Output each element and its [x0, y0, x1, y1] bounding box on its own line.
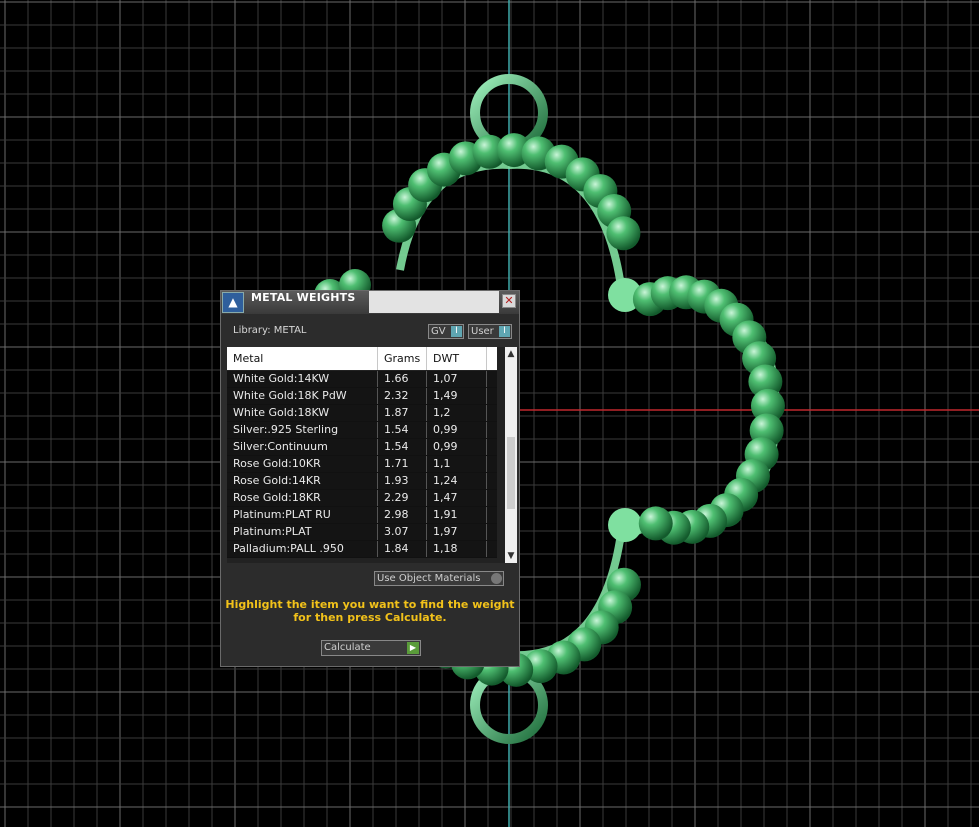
grams-cell: 1.87 [378, 405, 427, 421]
toggle-indicator-icon [491, 573, 502, 584]
grams-cell: 2.98 [378, 507, 427, 523]
scrollbar-thumb[interactable] [507, 437, 515, 509]
table-row[interactable]: Rose Gold:14KR 1.93 1,24 [227, 473, 497, 490]
instruction-line-1: Highlight the item you want to find the … [225, 598, 515, 611]
metal-table: Metal Grams DWT White Gold:14KW 1.66 1,07 … [227, 347, 517, 563]
grams-cell: 1.84 [378, 541, 427, 557]
user-toggle-label: User [471, 326, 494, 337]
instruction-text: Highlight the item you want to find the … [221, 598, 519, 624]
grams-cell: 1.54 [378, 422, 427, 438]
scroll-up-icon[interactable]: ▲ [505, 348, 517, 360]
table-body: White Gold:14KW 1.66 1,07 White Gold:18K P… [227, 371, 497, 558]
close-icon[interactable]: ✕ [502, 294, 516, 308]
column-header-grams[interactable]: Grams [378, 347, 427, 370]
title-bar-fill [369, 291, 499, 313]
grams-cell: 1.93 [378, 473, 427, 489]
user-toggle[interactable]: User I [468, 324, 512, 339]
table-header: Metal Grams DWT [227, 347, 497, 370]
column-header-metal[interactable]: Metal [227, 347, 378, 370]
grams-cell: 1.54 [378, 439, 427, 455]
table-row[interactable]: Rose Gold:18KR 2.29 1,47 [227, 490, 497, 507]
app-logo-icon: ▲ [222, 292, 244, 313]
dwt-cell: 0,99 [427, 439, 487, 455]
metal-cell: Palladium:PALL .950 [227, 541, 378, 557]
table-row[interactable]: Silver:.925 Sterling 1.54 0,99 [227, 422, 497, 439]
table-row[interactable]: Platinum:PLAT 3.07 1,97 [227, 524, 497, 541]
dwt-cell: 1,07 [427, 371, 487, 387]
toggle-indicator-icon: I [451, 326, 462, 337]
dwt-cell: 1,24 [427, 473, 487, 489]
table-row[interactable]: Platinum:PLAT RU 2.98 1,91 [227, 507, 497, 524]
metal-cell: Rose Gold:14KR [227, 473, 378, 489]
title-bar[interactable]: ▲ METAL WEIGHTS ✕ [221, 291, 519, 314]
dwt-cell: 1,18 [427, 541, 487, 557]
grams-cell: 1.71 [378, 456, 427, 472]
metal-cell: Rose Gold:10KR [227, 456, 378, 472]
dwt-cell: 1,2 [427, 405, 487, 421]
table-row[interactable]: White Gold:18KW 1.87 1,2 [227, 405, 497, 422]
grams-cell: 1.66 [378, 371, 427, 387]
table-row[interactable]: Palladium:PALL .950 1.84 1,18 [227, 541, 497, 558]
metal-cell: Platinum:PLAT [227, 524, 378, 540]
table-scrollbar[interactable]: ▲ ▼ [505, 347, 517, 563]
metal-cell: Platinum:PLAT RU [227, 507, 378, 523]
gv-toggle-label: GV [431, 326, 446, 337]
dialog-title: METAL WEIGHTS [251, 291, 356, 304]
use-object-materials-label: Use Object Materials [377, 573, 481, 584]
instruction-line-2: for then press Calculate. [293, 611, 447, 624]
metal-cell: White Gold:14KW [227, 371, 378, 387]
metal-weights-dialog: ▲ METAL WEIGHTS ✕ Library: METAL GV I Us… [220, 290, 520, 667]
column-header-dwt[interactable]: DWT [427, 347, 487, 370]
toggle-indicator-icon: I [499, 326, 510, 337]
dwt-cell: 1,47 [427, 490, 487, 506]
dwt-cell: 1,49 [427, 388, 487, 404]
metal-cell: Silver:Continuum [227, 439, 378, 455]
grams-cell: 3.07 [378, 524, 427, 540]
bead [606, 216, 641, 251]
use-object-materials-toggle[interactable]: Use Object Materials [374, 571, 504, 586]
gv-toggle[interactable]: GV I [428, 324, 464, 339]
dwt-cell: 1,97 [427, 524, 487, 540]
metal-cell: White Gold:18KW [227, 405, 378, 421]
calculate-button[interactable]: Calculate ▶ [321, 640, 421, 656]
metal-cell: Rose Gold:18KR [227, 490, 378, 506]
table-row[interactable]: Silver:Continuum 1.54 0,99 [227, 439, 497, 456]
metal-cell: White Gold:18K PdW [227, 388, 378, 404]
table-row[interactable]: White Gold:14KW 1.66 1,07 [227, 371, 497, 388]
dwt-cell: 1,91 [427, 507, 487, 523]
library-label: Library: METAL [233, 325, 307, 336]
metal-cell: Silver:.925 Sterling [227, 422, 378, 438]
dwt-cell: 1,1 [427, 456, 487, 472]
grams-cell: 2.32 [378, 388, 427, 404]
scroll-down-icon[interactable]: ▼ [505, 550, 517, 562]
calculate-label: Calculate [324, 642, 371, 653]
grams-cell: 2.29 [378, 490, 427, 506]
table-row[interactable]: Rose Gold:10KR 1.71 1,1 [227, 456, 497, 473]
bead [638, 506, 673, 541]
table-row[interactable]: White Gold:18K PdW 2.32 1,49 [227, 388, 497, 405]
dwt-cell: 0,99 [427, 422, 487, 438]
play-icon: ▶ [407, 642, 419, 654]
